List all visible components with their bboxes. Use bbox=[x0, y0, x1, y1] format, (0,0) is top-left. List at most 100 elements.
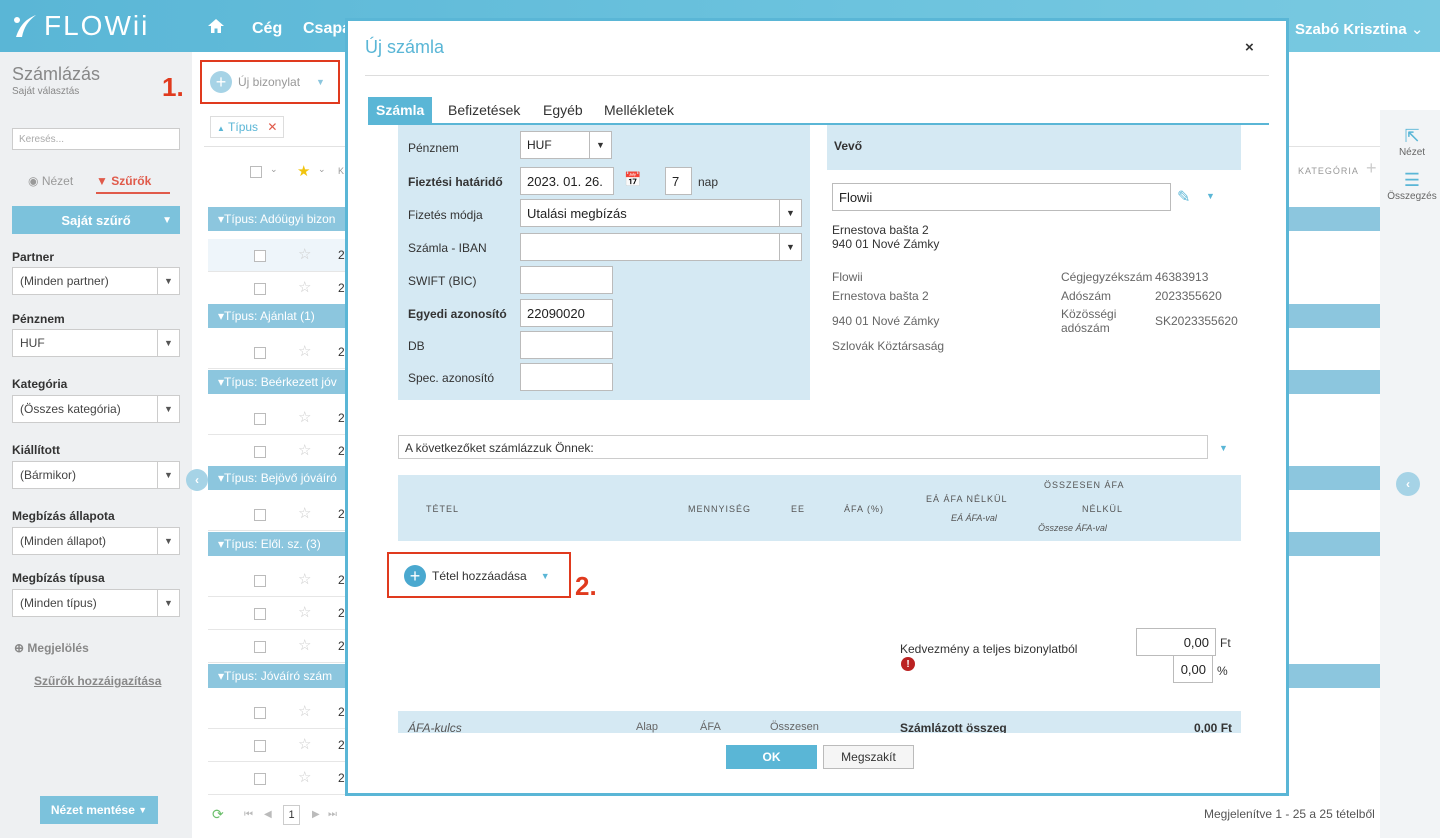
table-row[interactable]: ☆ 2 bbox=[208, 402, 346, 435]
type-filter-tag[interactable]: ▲ Típus ✕ bbox=[210, 116, 285, 138]
row-checkbox[interactable] bbox=[254, 283, 266, 295]
refresh-icon[interactable]: ⟳ bbox=[212, 806, 224, 823]
tab-invoice[interactable]: Számla bbox=[368, 97, 433, 123]
row-checkbox[interactable] bbox=[254, 575, 266, 587]
star-icon[interactable]: ☆ bbox=[298, 278, 311, 296]
currency-filter-select[interactable]: HUF ▼ bbox=[12, 329, 180, 357]
group-header-row[interactable]: ▾ Típus: Elől. sz. (3) bbox=[208, 532, 346, 556]
tab-view[interactable]: ◉ Nézet bbox=[28, 174, 73, 188]
table-row[interactable]: ☆ 2 bbox=[208, 498, 346, 531]
category-select[interactable]: (Összes kategória) ▼ bbox=[12, 395, 180, 423]
next-page-icon[interactable]: ▶ bbox=[312, 809, 320, 820]
sidebar-search-input[interactable]: Keresés... bbox=[12, 128, 180, 150]
group-header-row[interactable]: ▾ Típus: Jóváíró szám bbox=[208, 664, 346, 688]
user-menu[interactable]: Szabó Krisztina ⌄ bbox=[1295, 20, 1423, 38]
partner-select[interactable]: (Minden partner) ▼ bbox=[12, 267, 180, 295]
ok-button[interactable]: OK bbox=[726, 745, 817, 769]
own-filter-button[interactable]: Saját szűrő ▼ bbox=[12, 206, 180, 234]
table-row[interactable]: ☆ 2 bbox=[208, 272, 346, 305]
chevron-down-icon[interactable]: ▼ bbox=[1206, 191, 1215, 201]
collapse-right-icon[interactable]: ‹ bbox=[1396, 472, 1420, 496]
app-logo[interactable]: FLOWii bbox=[12, 10, 149, 42]
table-row[interactable]: ☆ 2 bbox=[208, 597, 346, 630]
table-row[interactable]: ☆ 2 bbox=[208, 696, 346, 729]
tab-filters[interactable]: ▼ Szűrők bbox=[96, 174, 170, 194]
row-checkbox[interactable] bbox=[254, 641, 266, 653]
first-page-icon[interactable]: ⏮ bbox=[244, 809, 253, 820]
row-checkbox[interactable] bbox=[254, 740, 266, 752]
view-tool[interactable]: ⇱ Nézet bbox=[1384, 126, 1440, 158]
row-checkbox[interactable] bbox=[254, 707, 266, 719]
add-column-icon[interactable]: + bbox=[1366, 158, 1377, 179]
nav-company[interactable]: Cég bbox=[252, 20, 282, 38]
cancel-button[interactable]: Megszakít bbox=[823, 745, 914, 769]
intro-textarea[interactable]: A következőket számlázzuk Önnek: bbox=[398, 435, 1208, 459]
buyer-name-input[interactable]: Flowii bbox=[832, 183, 1171, 211]
db-input[interactable] bbox=[520, 331, 613, 359]
star-icon[interactable]: ☆ bbox=[298, 735, 311, 753]
edit-pencil-icon[interactable]: ✎ bbox=[1177, 187, 1190, 207]
tab-payments[interactable]: Befizetések bbox=[440, 97, 528, 123]
payment-method-select[interactable]: Utalási megbízás ▼ bbox=[520, 199, 802, 227]
spec-id-input[interactable] bbox=[520, 363, 613, 391]
summary-tool[interactable]: ☰ Összegzés bbox=[1384, 170, 1440, 202]
star-icon[interactable]: ☆ bbox=[298, 504, 311, 522]
column-header-category[interactable]: KATEGÓRIA bbox=[1298, 166, 1359, 176]
adjust-filters-link[interactable]: Szűrők hozzáigazítása bbox=[34, 674, 161, 688]
chevron-down-icon[interactable]: ⌄ bbox=[270, 164, 278, 175]
swift-input[interactable] bbox=[520, 266, 613, 294]
column-header-k[interactable]: K bbox=[338, 166, 344, 176]
chevron-down-icon[interactable]: ▼ bbox=[1219, 443, 1228, 453]
star-icon[interactable]: ☆ bbox=[298, 636, 311, 654]
remove-tag-icon[interactable]: ✕ bbox=[267, 120, 277, 134]
collapse-sidebar-icon[interactable]: ‹ bbox=[186, 469, 208, 491]
table-row[interactable]: ☆ 2 bbox=[208, 729, 346, 762]
row-checkbox[interactable] bbox=[254, 773, 266, 785]
group-header-row[interactable]: ▾ Típus: Bejövő jóváíró bbox=[208, 466, 346, 490]
star-icon[interactable]: ☆ bbox=[298, 702, 311, 720]
table-row[interactable]: ☆ 2 bbox=[208, 564, 346, 597]
issued-select[interactable]: (Bármikor) ▼ bbox=[12, 461, 180, 489]
due-days-input[interactable]: 7 bbox=[665, 167, 692, 195]
table-row[interactable]: ☆ 2 bbox=[208, 336, 346, 369]
page-number-input[interactable]: 1 bbox=[283, 805, 300, 825]
order-state-select[interactable]: (Minden állapot) ▼ bbox=[12, 527, 180, 555]
discount-percent-input[interactable]: 0,00 bbox=[1173, 655, 1213, 683]
row-checkbox[interactable] bbox=[254, 347, 266, 359]
row-checkbox[interactable] bbox=[254, 446, 266, 458]
star-icon[interactable]: ☆ bbox=[298, 342, 311, 360]
iban-select[interactable]: ▼ bbox=[520, 233, 802, 261]
new-document-button[interactable]: + Új bizonylat ▼ bbox=[210, 71, 325, 93]
currency-select[interactable]: HUF ▼ bbox=[520, 131, 612, 159]
tab-attachments[interactable]: Mellékletek bbox=[596, 97, 682, 123]
add-item-button[interactable]: + Tétel hozzáadása ▼ bbox=[404, 565, 550, 587]
group-header-row[interactable]: ▾ Típus: Ajánlat (1) bbox=[208, 304, 346, 328]
last-page-icon[interactable]: ⏭ bbox=[328, 809, 337, 820]
star-icon[interactable]: ☆ bbox=[298, 768, 311, 786]
row-checkbox[interactable] bbox=[254, 250, 266, 262]
table-row[interactable]: ☆ 2 bbox=[208, 762, 346, 795]
row-checkbox[interactable] bbox=[254, 413, 266, 425]
star-icon[interactable]: ☆ bbox=[298, 245, 311, 263]
star-icon[interactable]: ☆ bbox=[298, 603, 311, 621]
table-row[interactable]: ☆ 2 bbox=[208, 239, 346, 272]
home-icon[interactable] bbox=[207, 18, 225, 37]
select-all-checkbox[interactable] bbox=[250, 166, 262, 178]
row-checkbox[interactable] bbox=[254, 509, 266, 521]
star-icon[interactable]: ☆ bbox=[298, 441, 311, 459]
star-icon[interactable]: ☆ bbox=[298, 570, 311, 588]
star-filter-icon[interactable]: ★ bbox=[297, 162, 310, 180]
row-checkbox[interactable] bbox=[254, 608, 266, 620]
unique-id-input[interactable]: 22090020 bbox=[520, 299, 613, 327]
marking-toggle[interactable]: ⊕ Megjelölés bbox=[14, 641, 89, 655]
order-type-select[interactable]: (Minden típus) ▼ bbox=[12, 589, 180, 617]
table-row[interactable]: ☆ 2 bbox=[208, 630, 346, 663]
due-date-input[interactable]: 2023. 01. 26. bbox=[520, 167, 614, 195]
tab-other[interactable]: Egyéb bbox=[535, 97, 591, 123]
star-icon[interactable]: ☆ bbox=[298, 408, 311, 426]
chevron-down-icon[interactable]: ⌄ bbox=[318, 164, 326, 175]
discount-amount-input[interactable]: 0,00 bbox=[1136, 628, 1216, 656]
save-view-button[interactable]: Nézet mentése ▼ bbox=[40, 796, 158, 824]
close-icon[interactable]: × bbox=[1245, 39, 1254, 56]
group-header-row[interactable]: ▾ Típus: Beérkezett jóv bbox=[208, 370, 346, 394]
